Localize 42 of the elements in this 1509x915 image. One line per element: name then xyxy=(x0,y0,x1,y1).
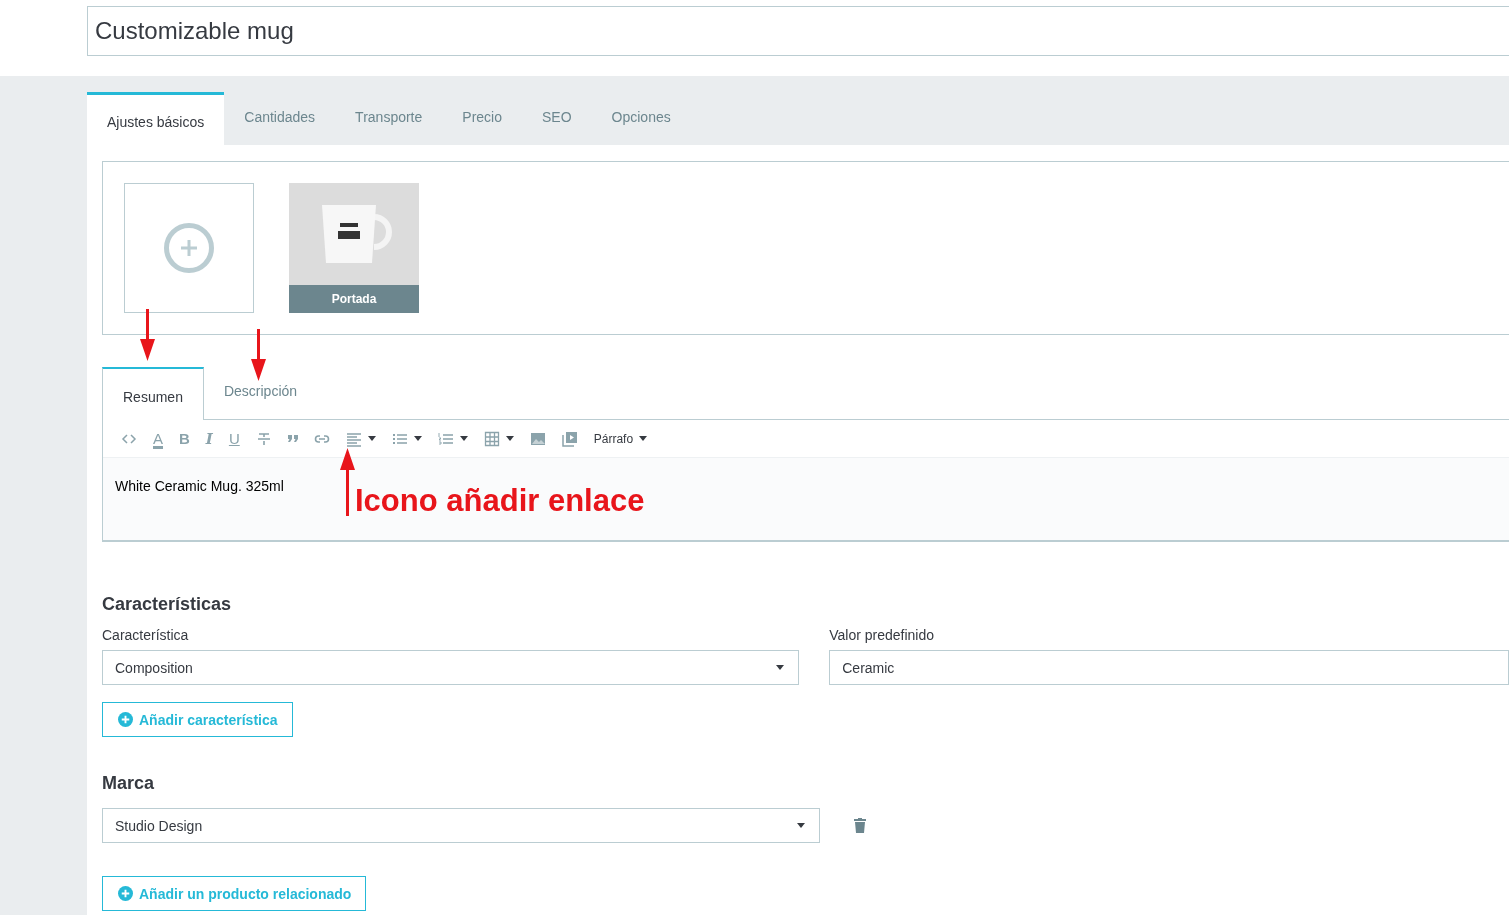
tab[interactable]: Cantidades xyxy=(224,92,336,145)
annotation-arrow xyxy=(340,448,355,516)
plus-circle-icon xyxy=(164,223,214,273)
strikethrough-icon xyxy=(255,430,272,447)
tab[interactable]: Resumen xyxy=(102,367,204,420)
table-icon xyxy=(483,430,500,447)
tab[interactable]: Opciones xyxy=(591,92,691,145)
caret-icon xyxy=(776,665,785,670)
quote-icon xyxy=(287,435,298,442)
field-label: Valor predefinido xyxy=(829,627,936,643)
underline-button[interactable]: U xyxy=(220,420,248,457)
section-heading: Marca xyxy=(102,773,156,795)
tab[interactable]: SEO xyxy=(522,92,592,145)
field-label: Característica xyxy=(102,627,190,643)
dropdown-field[interactable]: Studio Design xyxy=(102,808,820,843)
caret-icon xyxy=(797,823,805,828)
section-heading: Características xyxy=(102,594,233,616)
tab[interactable]: Descripción xyxy=(203,366,318,419)
numbered-list-icon xyxy=(437,430,454,447)
dropdown-field[interactable]: Ceramic xyxy=(829,650,1509,685)
annotation-arrow xyxy=(140,309,155,361)
italic-button[interactable]: I xyxy=(197,420,221,457)
format-dropdown[interactable]: Párrafo xyxy=(585,420,656,457)
annotation-text: Icono añadir enlace xyxy=(355,483,645,519)
video-icon xyxy=(561,430,578,447)
align-left-icon xyxy=(345,430,362,447)
tab[interactable]: Ajustes básicos xyxy=(87,92,225,145)
add-button[interactable]: Añadir característica xyxy=(102,702,293,737)
tab[interactable]: Precio xyxy=(442,92,522,145)
add-button[interactable]: Añadir un producto relacionado xyxy=(102,876,367,911)
annotation-arrow xyxy=(251,329,266,381)
trash-icon[interactable] xyxy=(854,818,866,833)
plus-circle-icon xyxy=(118,712,133,727)
product-name-field[interactable]: Customizable mug xyxy=(87,6,1509,56)
image-icon xyxy=(529,430,546,447)
tab[interactable]: Transporte xyxy=(335,92,443,145)
dropdown-field[interactable]: Composition xyxy=(102,650,800,685)
text-color-button[interactable]: A xyxy=(145,420,171,457)
image-caption: Portada xyxy=(289,285,419,313)
add-image-box[interactable] xyxy=(124,183,254,313)
plus-circle-icon xyxy=(118,886,133,901)
bold-button[interactable]: B xyxy=(171,420,198,457)
